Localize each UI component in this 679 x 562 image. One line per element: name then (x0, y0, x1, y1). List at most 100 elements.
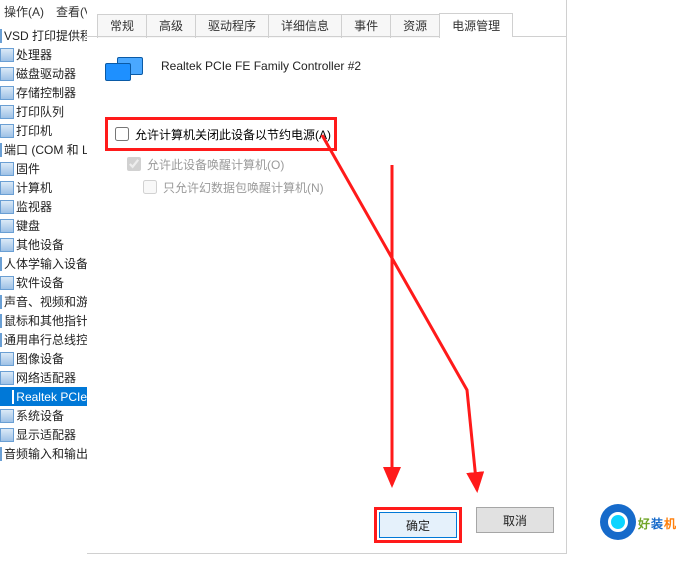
tree-item[interactable]: 处理器 (0, 45, 87, 64)
tree-item[interactable]: 键盘 (0, 216, 87, 235)
watermark: 好装机 (600, 504, 677, 540)
device-category-icon (0, 86, 14, 100)
tree-item-label: 声音、视频和游戏 (4, 293, 87, 310)
device-category-icon (0, 428, 14, 442)
device-category-icon (0, 29, 2, 43)
device-category-icon (0, 143, 2, 157)
tree-item[interactable]: 打印机 (0, 121, 87, 140)
tree-item-label: 人体学输入设备 (4, 255, 87, 272)
device-category-icon (0, 200, 14, 214)
chk-magic-packet-box (143, 180, 157, 194)
tree-item[interactable]: 软件设备 (0, 273, 87, 292)
chk-allow-power-off[interactable]: 允许计算机关闭此设备以节约电源(A) (111, 124, 331, 144)
tree-item[interactable]: 图像设备 (0, 349, 87, 368)
watermark-text: 好装机 (638, 511, 677, 534)
device-category-icon (0, 314, 2, 328)
tree-item[interactable]: 端口 (COM 和 LP (0, 140, 87, 159)
chk-allow-power-off-box[interactable] (115, 127, 129, 141)
device-category-icon (0, 447, 2, 461)
ok-button[interactable]: 确定 (379, 512, 457, 538)
tabstrip: 常规 高级 驱动程序 详细信息 事件 资源 电源管理 (97, 12, 512, 36)
chk-allow-power-off-label: 允许计算机关闭此设备以节约电源(A) (135, 126, 331, 143)
device-category-icon (0, 105, 14, 119)
chk-allow-wake-label: 允许此设备唤醒计算机(O) (147, 156, 284, 173)
chk-magic-packet-label: 只允许幻数据包唤醒计算机(N) (163, 179, 324, 196)
device-category-icon (0, 238, 14, 252)
tree-item-label: 其他设备 (16, 236, 64, 253)
tree-item-label: 鼠标和其他指针设 (4, 312, 87, 329)
tree-item[interactable]: 系统设备 (0, 406, 87, 425)
device-category-icon (0, 352, 14, 366)
tree-item[interactable]: 音频输入和输出 (0, 444, 87, 463)
tab-resources[interactable]: 资源 (390, 14, 440, 38)
device-category-icon (0, 409, 14, 423)
tree-item-label: 打印队列 (16, 103, 64, 120)
tree-item-label: 键盘 (16, 217, 40, 234)
device-tree[interactable]: VSD 打印提供程处理器磁盘驱动器存储控制器打印队列打印机端口 (COM 和 L… (0, 24, 87, 544)
tree-item-label: 端口 (COM 和 LP (4, 141, 87, 158)
network-adapter-icon (105, 57, 145, 89)
device-category-icon (0, 333, 2, 347)
device-category-icon (0, 181, 14, 195)
device-category-icon (0, 295, 2, 309)
tree-item[interactable]: 其他设备 (0, 235, 87, 254)
device-category-icon (0, 219, 14, 233)
chk-magic-packet: 只允许幻数据包唤醒计算机(N) (139, 177, 548, 197)
tab-general[interactable]: 常规 (97, 14, 147, 38)
tree-item-label: VSD 打印提供程 (4, 27, 87, 44)
tree-item[interactable]: Realtek PCIe (0, 387, 87, 406)
tab-power[interactable]: 电源管理 (439, 13, 513, 37)
device-category-icon (0, 276, 14, 290)
tree-item[interactable]: VSD 打印提供程 (0, 26, 87, 45)
tree-item-label: 存储控制器 (16, 84, 76, 101)
tree-item[interactable]: 人体学输入设备 (0, 254, 87, 273)
tree-item-label: 通用串行总线控制 (4, 331, 87, 348)
tree-item-label: 固件 (16, 160, 40, 177)
tree-item[interactable]: 网络适配器 (0, 368, 87, 387)
chk-allow-wake: 允许此设备唤醒计算机(O) (123, 154, 548, 174)
tree-item-label: 磁盘驱动器 (16, 65, 76, 82)
tree-item-label: 打印机 (16, 122, 52, 139)
tree-item[interactable]: 存储控制器 (0, 83, 87, 102)
tree-item-label: 计算机 (16, 179, 52, 196)
tab-panel-power: Realtek PCIe FE Family Controller #2 允许计… (87, 37, 566, 507)
device-category-icon (12, 390, 14, 404)
menu-action[interactable]: 操作(A) (4, 3, 44, 20)
tab-driver[interactable]: 驱动程序 (195, 14, 269, 38)
tab-advanced[interactable]: 高级 (146, 14, 196, 38)
tree-item[interactable]: 固件 (0, 159, 87, 178)
tree-item-label: 处理器 (16, 46, 52, 63)
device-category-icon (0, 371, 14, 385)
tab-details[interactable]: 详细信息 (268, 14, 342, 38)
tree-item-label: 显示适配器 (16, 426, 76, 443)
dialog-button-bar: 确定 取消 (374, 507, 554, 543)
tree-item[interactable]: 磁盘驱动器 (0, 64, 87, 83)
device-category-icon (0, 67, 14, 81)
tree-item-label: 图像设备 (16, 350, 64, 367)
cancel-button[interactable]: 取消 (476, 507, 554, 533)
device-category-icon (0, 48, 14, 62)
highlight-box-checkbox: 允许计算机关闭此设备以节约电源(A) (105, 117, 337, 151)
tree-item-label: 软件设备 (16, 274, 64, 291)
device-category-icon (0, 257, 2, 271)
tree-item[interactable]: 监视器 (0, 197, 87, 216)
tree-item[interactable]: 显示适配器 (0, 425, 87, 444)
tree-item[interactable]: 打印队列 (0, 102, 87, 121)
chk-allow-wake-box (127, 157, 141, 171)
tree-item-label: 监视器 (16, 198, 52, 215)
menubar: 操作(A) 查看(V (0, 0, 96, 22)
watermark-logo-icon (600, 504, 636, 540)
tree-item[interactable]: 声音、视频和游戏 (0, 292, 87, 311)
tree-item-label: Realtek PCIe (16, 390, 87, 404)
tree-item[interactable]: 鼠标和其他指针设 (0, 311, 87, 330)
device-name-label: Realtek PCIe FE Family Controller #2 (161, 55, 361, 73)
highlight-box-ok: 确定 (374, 507, 462, 543)
tree-item-label: 系统设备 (16, 407, 64, 424)
tree-item[interactable]: 通用串行总线控制 (0, 330, 87, 349)
tree-item-label: 网络适配器 (16, 369, 76, 386)
tree-item-label: 音频输入和输出 (4, 445, 87, 462)
tree-item[interactable]: 计算机 (0, 178, 87, 197)
tab-events[interactable]: 事件 (341, 14, 391, 38)
device-category-icon (0, 162, 14, 176)
device-category-icon (0, 124, 14, 138)
